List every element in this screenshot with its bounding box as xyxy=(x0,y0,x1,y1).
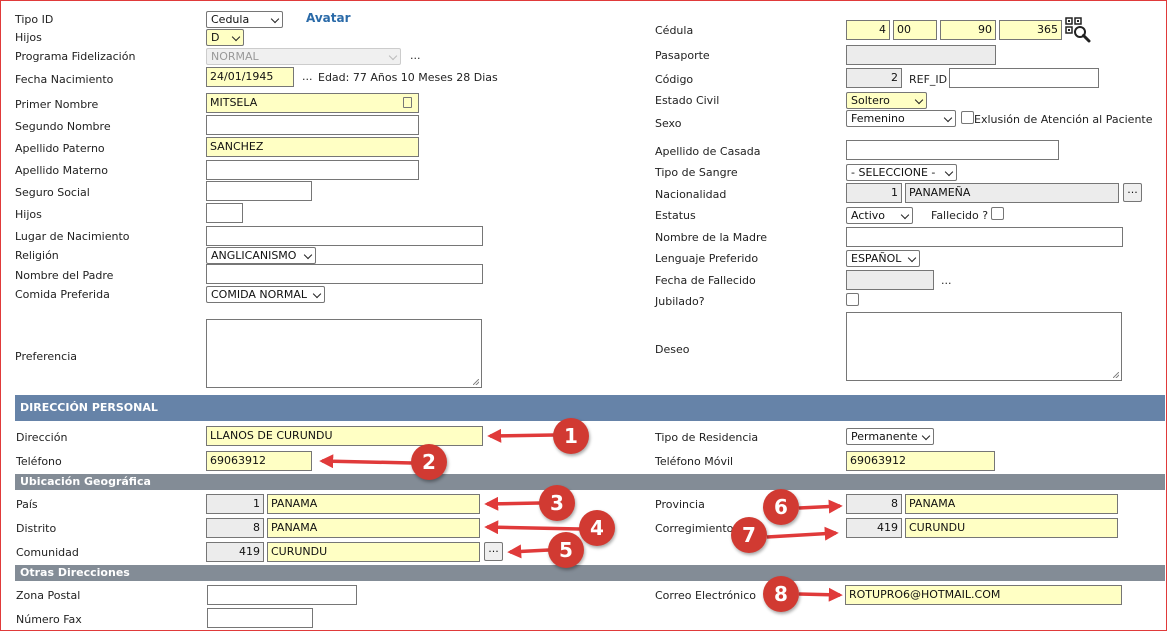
arrow-1 xyxy=(487,428,555,443)
arrow-3 xyxy=(484,496,541,511)
arrow-6 xyxy=(798,499,843,514)
annotation-badge-7: 7 xyxy=(731,517,767,553)
annotation-badge-6: 6 xyxy=(763,489,799,525)
arrow-2 xyxy=(319,454,413,469)
arrow-8 xyxy=(798,587,843,602)
arrow-4 xyxy=(484,520,581,535)
annotation-badge-2: 2 xyxy=(411,444,447,480)
arrow-5 xyxy=(507,544,550,559)
arrow-7 xyxy=(766,526,839,541)
annotation-badge-5: 5 xyxy=(548,532,584,568)
annotation-badge-4: 4 xyxy=(579,510,615,546)
annotation-badge-1: 1 xyxy=(553,418,589,454)
annotation-badge-3: 3 xyxy=(539,485,575,521)
annotation-badge-8: 8 xyxy=(763,576,799,612)
